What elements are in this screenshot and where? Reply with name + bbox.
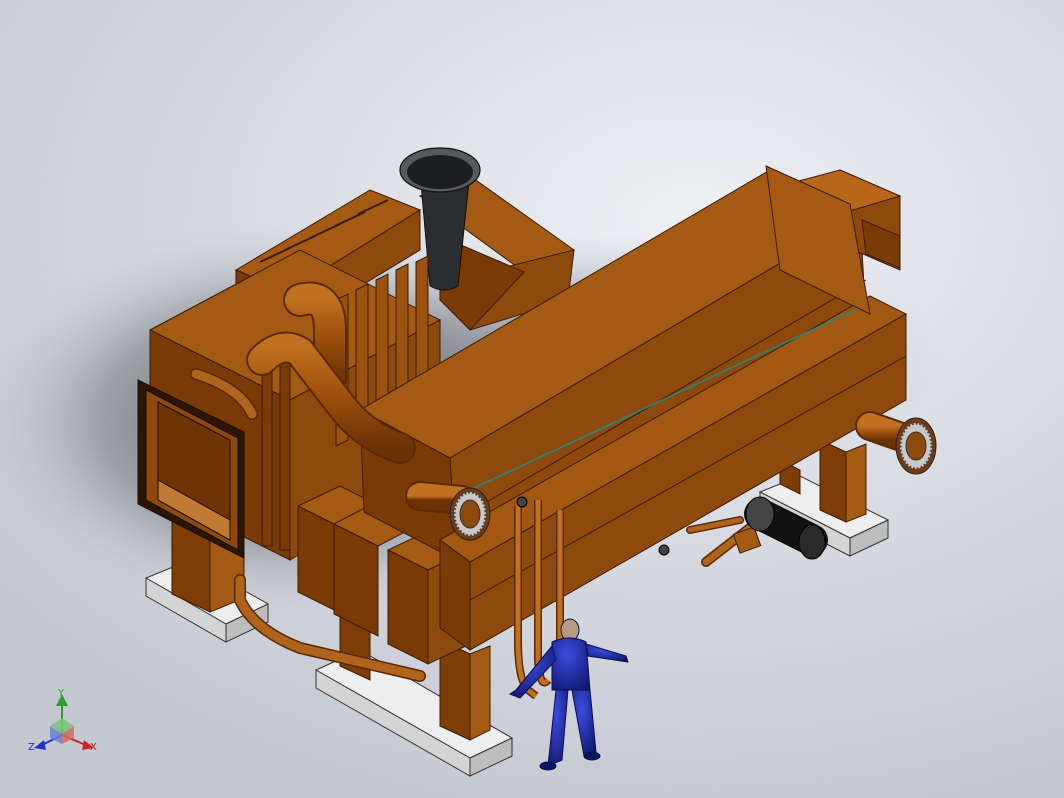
x-axis-label: X xyxy=(90,742,97,753)
y-axis-label: Y xyxy=(57,688,65,699)
model-view[interactable]: Y X Z xyxy=(0,0,1064,798)
z-axis-label: Z xyxy=(28,742,35,753)
coordinate-triad[interactable]: Y X Z xyxy=(28,688,97,753)
cad-3d-viewport[interactable]: Y X Z xyxy=(0,0,1064,798)
right-outlet-flange xyxy=(855,411,937,475)
